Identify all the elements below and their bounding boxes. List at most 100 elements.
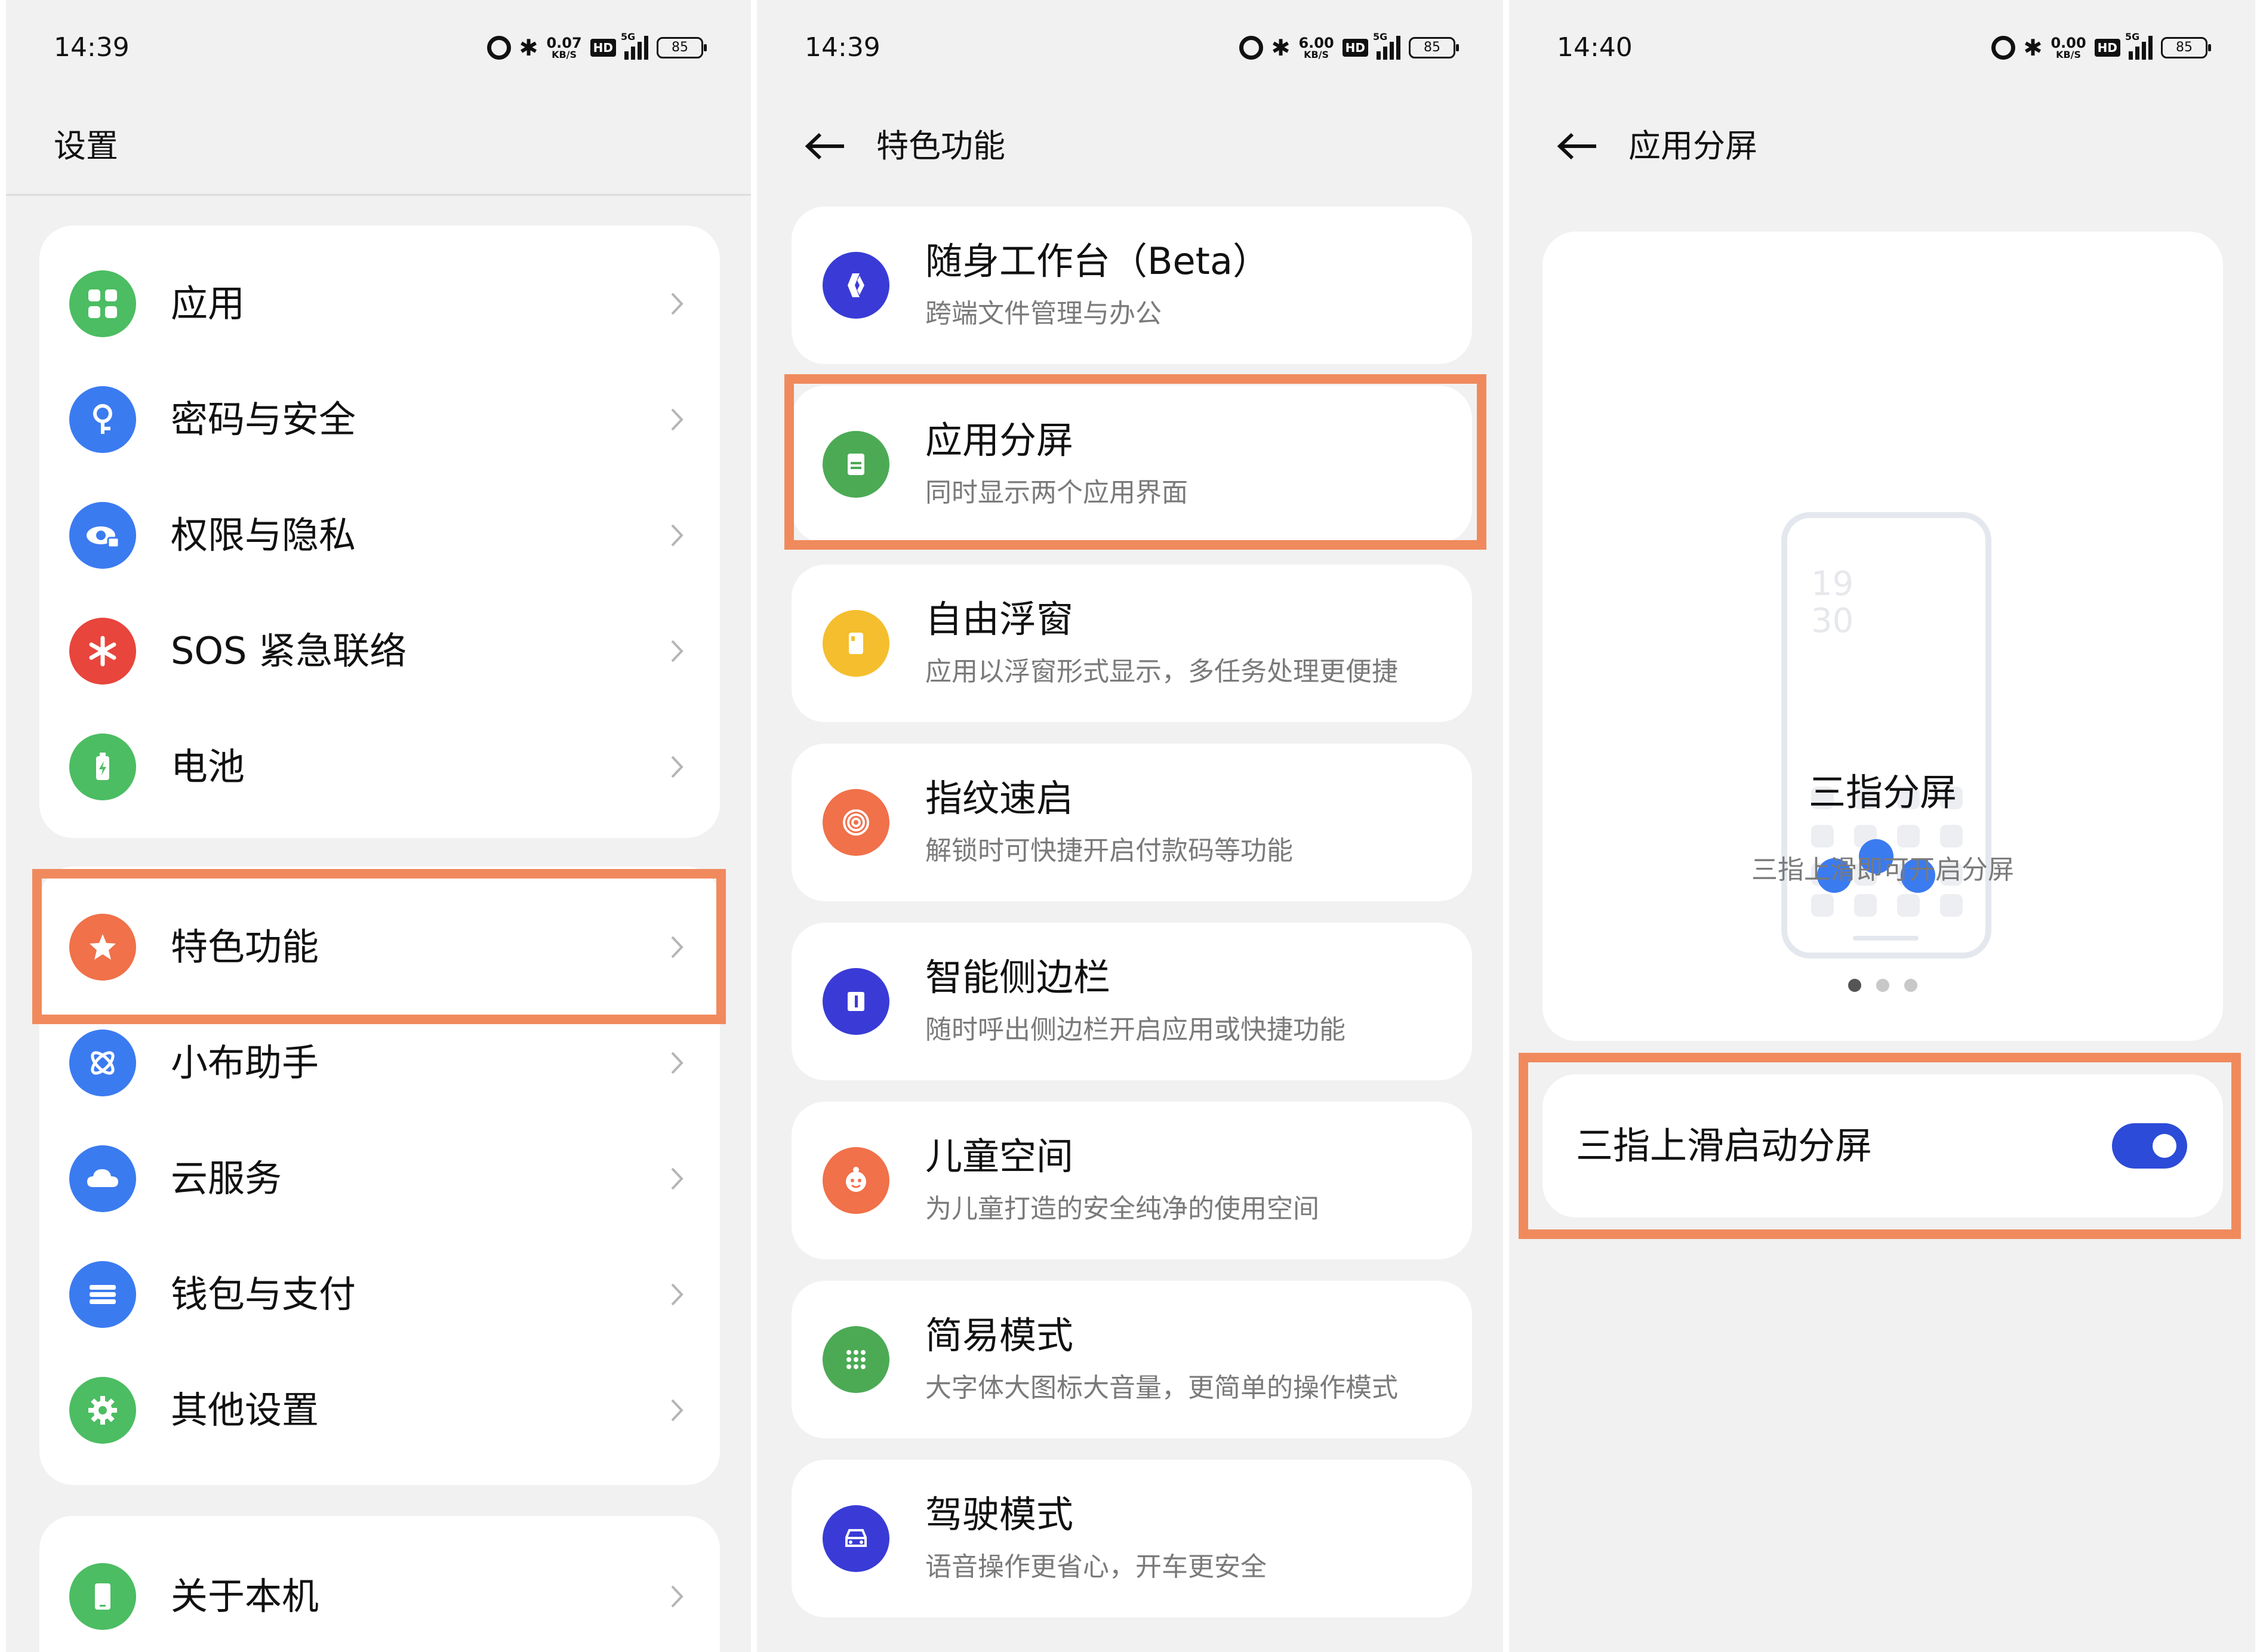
settings-item-password-security[interactable]: 密码与安全 bbox=[39, 362, 720, 477]
feature-subtitle: 跨端文件管理与办公 bbox=[925, 298, 1162, 329]
page-header: 设置 bbox=[6, 119, 751, 173]
settings-item-label: 应用 bbox=[171, 282, 245, 325]
bluetooth-icon: ✱ bbox=[1271, 35, 1291, 61]
feature-subtitle: 解锁时可快捷开启付款码等功能 bbox=[925, 836, 1293, 866]
highlight-box bbox=[1519, 1053, 2241, 1239]
feature-item-fingerprint[interactable]: 指纹速启 解锁时可快捷开启付款码等功能 bbox=[792, 744, 1472, 901]
page-header: 特色功能 bbox=[757, 119, 1503, 173]
settings-item-wallet[interactable]: 钱包与支付 bbox=[39, 1237, 720, 1352]
signal-icon: 5G bbox=[2125, 31, 2153, 60]
feature-subtitle: 语音操作更省心，开车更安全 bbox=[925, 1552, 1267, 1582]
status-bar: 14:40 ✱ 0.00 KB/S HD 5G 85 bbox=[1509, 30, 2255, 66]
battery-indicator: 85 bbox=[1409, 37, 1459, 58]
back-arrow-icon[interactable] bbox=[1557, 132, 1599, 160]
hd-badge: HD bbox=[590, 39, 616, 57]
feature-item-kids-space[interactable]: 儿童空间 为儿童打造的安全纯净的使用空间 bbox=[792, 1102, 1472, 1259]
apps-icon bbox=[69, 270, 136, 337]
features-screen: 14:39 ✱ 6.00 KB/S HD 5G 85 特色功能 随身工作台（Bet… bbox=[757, 0, 1503, 1652]
settings-item-label: 电池 bbox=[171, 745, 245, 788]
sos-asterisk-icon bbox=[69, 618, 136, 685]
key-icon bbox=[69, 386, 136, 453]
network-speed: 0.07 KB/S bbox=[546, 35, 582, 60]
status-time: 14:39 bbox=[54, 32, 130, 63]
battery-icon bbox=[69, 733, 136, 800]
home-indicator bbox=[1853, 936, 1919, 941]
settings-item-privacy[interactable]: 权限与隐私 bbox=[39, 477, 720, 593]
settings-item-label: SOS 紧急联络 bbox=[171, 629, 407, 673]
settings-screen: 14:39 ✱ 0.07 KB/S HD 5G 85 设置 应用 密码与安全 权… bbox=[6, 0, 751, 1652]
settings-item-about[interactable]: 关于本机 bbox=[39, 1539, 720, 1652]
settings-item-label: 其他设置 bbox=[171, 1388, 319, 1432]
sidebar-icon bbox=[823, 968, 889, 1035]
feature-subtitle: 大字体大图标大音量，更简单的操作模式 bbox=[925, 1373, 1398, 1403]
split-screen-settings: 14:40 ✱ 0.00 KB/S HD 5G 85 应用分屏 19 30 三指… bbox=[1509, 0, 2255, 1652]
feature-item-smart-sidebar[interactable]: 智能侧边栏 随时呼出侧边栏开启应用或快捷功能 bbox=[792, 923, 1472, 1080]
settings-item-sos[interactable]: SOS 紧急联络 bbox=[39, 593, 720, 709]
page-header: 应用分屏 bbox=[1509, 119, 2255, 173]
feature-title: 简易模式 bbox=[925, 1314, 1074, 1357]
feature-item-driving-mode[interactable]: 驾驶模式 语音操作更省心，开车更安全 bbox=[792, 1460, 1472, 1617]
feature-item-workbench[interactable]: 随身工作台（Beta） 跨端文件管理与办公 bbox=[792, 207, 1472, 364]
settings-item-label: 权限与隐私 bbox=[171, 513, 356, 557]
settings-item-cloud[interactable]: 云服务 bbox=[39, 1121, 720, 1237]
feature-subtitle: 为儿童打造的安全纯净的使用空间 bbox=[925, 1194, 1319, 1224]
page-title: 特色功能 bbox=[876, 127, 1005, 165]
hd-badge: HD bbox=[2094, 39, 2120, 57]
child-face-icon bbox=[823, 1147, 889, 1214]
settings-item-other[interactable]: 其他设置 bbox=[39, 1352, 720, 1468]
battery-indicator: 85 bbox=[2161, 37, 2211, 58]
feature-subtitle: 应用以浮窗形式显示，多任务处理更便捷 bbox=[925, 657, 1398, 687]
page-title: 应用分屏 bbox=[1628, 127, 1757, 165]
settings-group-1: 应用 密码与安全 权限与隐私 SOS 紧急联络 电池 bbox=[39, 226, 720, 838]
phone-illustration: 19 30 bbox=[1781, 512, 1991, 958]
fingerprint-icon bbox=[823, 789, 889, 856]
settings-item-label: 钱包与支付 bbox=[171, 1272, 356, 1316]
phone-icon bbox=[69, 1563, 136, 1630]
gesture-heading: 三指分屏 bbox=[1808, 770, 1957, 814]
status-bar: 14:39 ✱ 0.07 KB/S HD 5G 85 bbox=[6, 30, 751, 66]
highlight-box bbox=[784, 374, 1486, 550]
page-dot-active bbox=[1848, 979, 1861, 992]
page-dot bbox=[1876, 979, 1889, 992]
alarm-icon bbox=[1239, 36, 1263, 60]
feature-subtitle: 随时呼出侧边栏开启应用或快捷功能 bbox=[925, 1015, 1345, 1045]
alarm-icon bbox=[1991, 36, 2015, 60]
feature-item-simple-mode[interactable]: 简易模式 大字体大图标大音量，更简单的操作模式 bbox=[792, 1281, 1472, 1438]
page-title: 设置 bbox=[54, 127, 118, 165]
bluetooth-icon: ✱ bbox=[519, 35, 538, 61]
cloud-icon bbox=[69, 1145, 136, 1212]
battery-indicator: 85 bbox=[657, 37, 707, 58]
settings-item-label: 云服务 bbox=[171, 1157, 282, 1200]
network-speed: 0.00 KB/S bbox=[2050, 35, 2086, 60]
gear-icon bbox=[69, 1377, 136, 1444]
page-dot bbox=[1904, 979, 1917, 992]
alarm-icon bbox=[487, 36, 511, 60]
workbench-icon bbox=[823, 252, 889, 319]
chevron-right-icon bbox=[671, 1283, 683, 1306]
car-icon bbox=[823, 1505, 889, 1572]
bluetooth-icon: ✱ bbox=[2023, 35, 2043, 61]
feature-title: 儿童空间 bbox=[925, 1135, 1074, 1178]
feature-title: 智能侧边栏 bbox=[925, 956, 1111, 999]
signal-icon: 5G bbox=[621, 31, 648, 60]
feature-title: 驾驶模式 bbox=[925, 1493, 1074, 1536]
chevron-right-icon bbox=[671, 1585, 683, 1608]
gesture-description: 三指上滑即可开启分屏 bbox=[1751, 855, 2014, 885]
preview-clock: 19 30 bbox=[1811, 565, 1854, 640]
signal-icon: 5G bbox=[1373, 31, 1400, 60]
feature-title: 自由浮窗 bbox=[925, 597, 1074, 641]
hd-badge: HD bbox=[1342, 39, 1368, 57]
feature-item-floating-window[interactable]: 自由浮窗 应用以浮窗形式显示，多任务处理更便捷 bbox=[792, 565, 1472, 722]
settings-item-apps[interactable]: 应用 bbox=[39, 246, 720, 362]
back-arrow-icon[interactable] bbox=[805, 132, 846, 160]
network-speed: 6.00 KB/S bbox=[1298, 35, 1334, 60]
settings-group-3: 关于本机 bbox=[39, 1516, 720, 1652]
page-indicator[interactable] bbox=[1848, 979, 1917, 993]
chevron-right-icon bbox=[671, 524, 683, 547]
wallet-icon bbox=[69, 1261, 136, 1328]
chevron-right-icon bbox=[671, 1167, 683, 1190]
gesture-preview-card: 19 30 三指分屏 三指上滑即可开启分屏 bbox=[1542, 232, 2223, 1041]
highlight-box bbox=[32, 869, 726, 1024]
settings-item-battery[interactable]: 电池 bbox=[39, 709, 720, 825]
feature-title: 指纹速启 bbox=[925, 776, 1074, 820]
